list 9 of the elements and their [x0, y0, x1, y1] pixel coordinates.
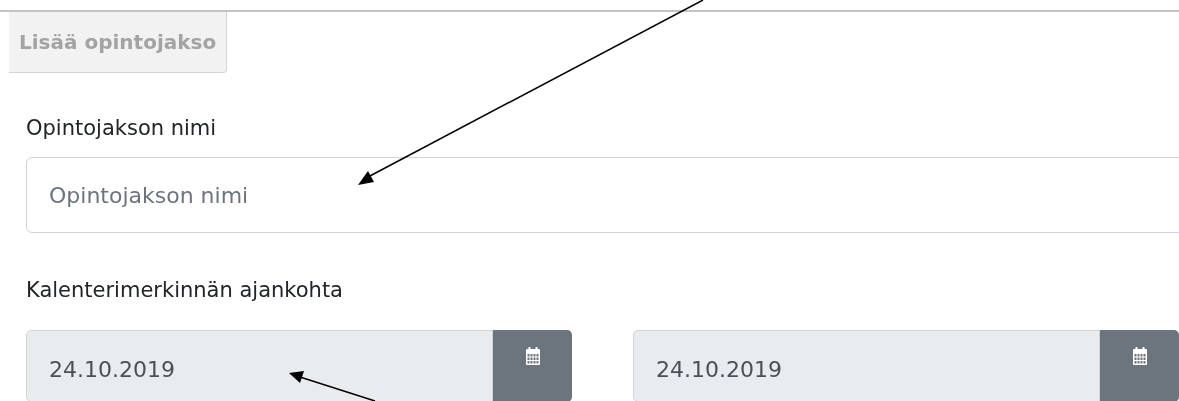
calendar-button[interactable]: [1100, 330, 1179, 401]
date-field[interactable]: 24.10.2019: [26, 330, 493, 401]
field-label: Opintojakson nimi: [26, 115, 218, 142]
date-field[interactable]: 24.10.2019: [633, 330, 1100, 401]
calendar-button[interactable]: [493, 330, 572, 401]
calendar-icon: [1131, 346, 1148, 366]
calendar-icon: [524, 346, 541, 366]
course-name-field[interactable]: Opintojakson nimi: [26, 157, 1179, 233]
field-label: Kalenterimerkinnän ajankohta: [26, 277, 344, 304]
